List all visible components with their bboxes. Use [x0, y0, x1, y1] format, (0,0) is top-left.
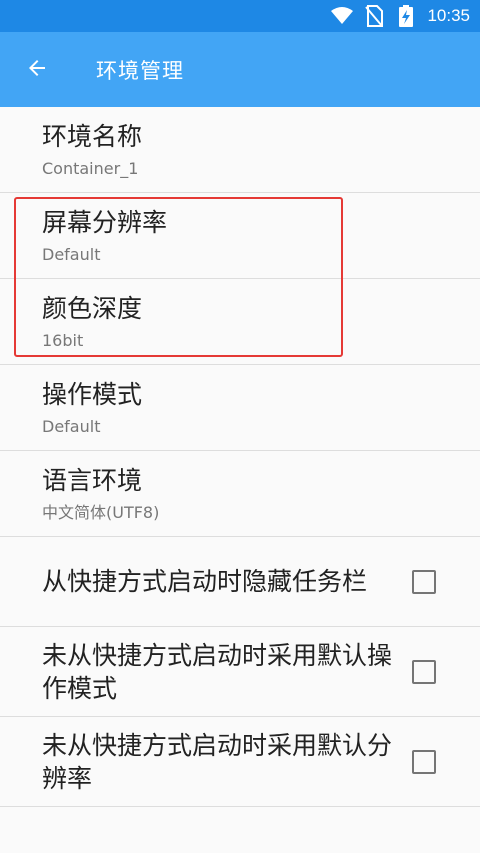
setting-title: 操作模式 [42, 380, 143, 409]
setting-title: 未从快捷方式启动时采用默认分辨率 [42, 730, 393, 793]
setting-color-depth[interactable]: 颜色深度 16bit [0, 279, 480, 365]
setting-title: 语言环境 [42, 466, 143, 495]
page-title: 环境管理 [96, 58, 184, 83]
setting-title: 未从快捷方式启动时采用默认操作模式 [42, 640, 393, 703]
setting-summary: 16bit [42, 331, 84, 350]
setting-summary: 中文简体(UTF8) [42, 503, 160, 522]
setting-title: 屏幕分辨率 [42, 208, 168, 237]
status-time: 10:35 [427, 6, 470, 25]
setting-title: 从快捷方式启动时隐藏任务栏 [42, 567, 368, 596]
setting-title: 环境名称 [42, 122, 143, 151]
status-bar: 10:35 [0, 0, 480, 32]
setting-hide-taskbar[interactable]: 从快捷方式启动时隐藏任务栏 [0, 537, 480, 627]
setting-summary: Default [42, 245, 101, 264]
setting-default-operation-mode[interactable]: 未从快捷方式启动时采用默认操作模式 [0, 627, 480, 717]
setting-title: 颜色深度 [42, 294, 143, 323]
setting-operation-mode[interactable]: 操作模式 Default [0, 365, 480, 451]
setting-default-resolution[interactable]: 未从快捷方式启动时采用默认分辨率 [0, 717, 480, 807]
setting-environment-name[interactable]: 环境名称 Container_1 [0, 107, 480, 193]
back-button[interactable] [7, 40, 67, 100]
setting-summary: Container_1 [42, 159, 139, 178]
arrow-back-icon [25, 56, 49, 84]
setting-language[interactable]: 语言环境 中文简体(UTF8) [0, 451, 480, 537]
wifi-icon [331, 5, 354, 27]
no-sim-icon [363, 5, 385, 27]
setting-screen-resolution[interactable]: 屏幕分辨率 Default [0, 193, 480, 279]
default-resolution-checkbox[interactable] [412, 749, 436, 774]
default-operation-mode-checkbox[interactable] [412, 659, 436, 684]
app-bar: 环境管理 [0, 32, 480, 107]
setting-summary: Default [42, 417, 101, 436]
settings-list: 环境名称 Container_1 屏幕分辨率 Default 颜色深度 16bi… [0, 107, 480, 807]
hide-taskbar-checkbox[interactable] [412, 569, 436, 594]
battery-charging-icon [395, 5, 417, 27]
